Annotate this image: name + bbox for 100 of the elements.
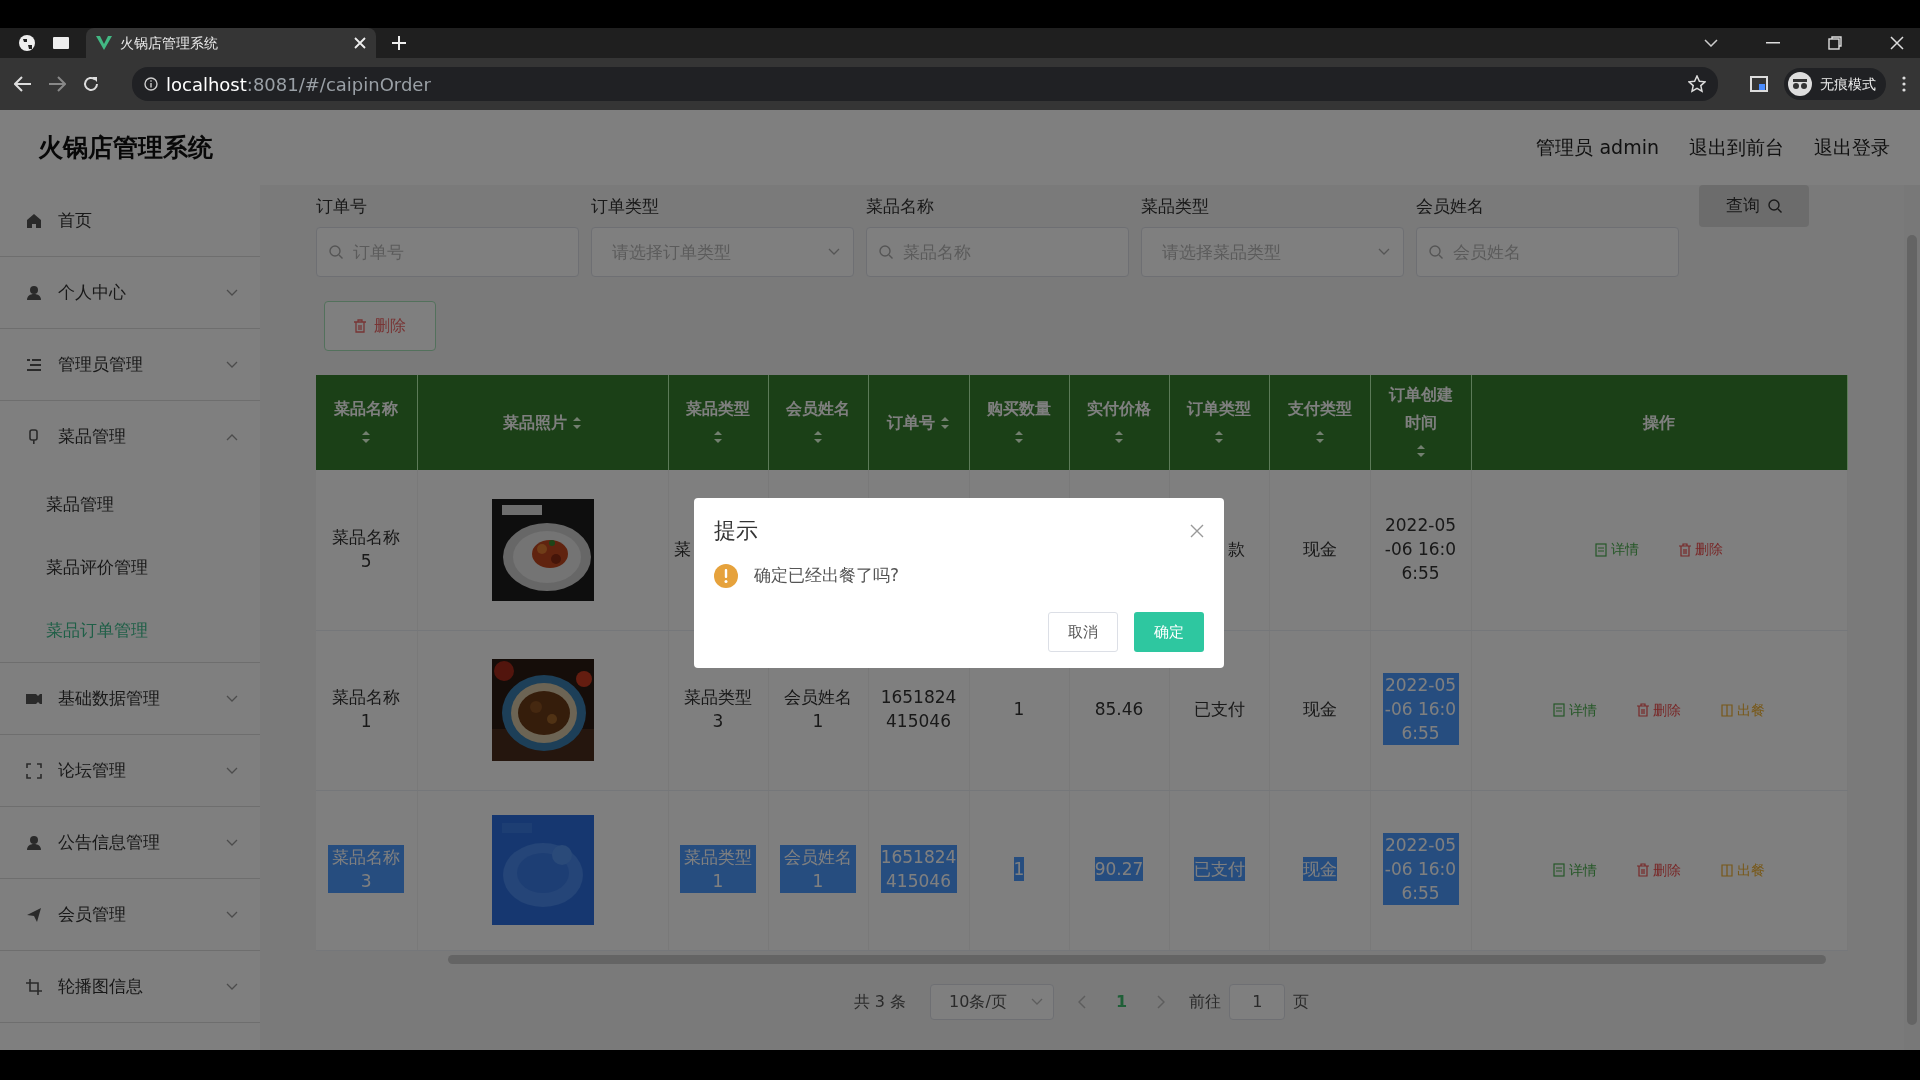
search-icon — [879, 245, 893, 259]
sort-icon[interactable] — [1314, 430, 1325, 445]
table-cell-text: 2022-05-06 16:06:55 — [1383, 514, 1458, 585]
book-icon — [1721, 703, 1733, 717]
search-icon — [1768, 199, 1782, 213]
home-icon — [26, 212, 42, 229]
sort-icon[interactable] — [713, 430, 723, 445]
search-icon — [1429, 245, 1443, 259]
sidebar-item[interactable]: 论坛管理 — [0, 735, 260, 807]
document-icon — [1553, 863, 1565, 877]
sidebar-item[interactable]: 首页 — [0, 185, 260, 257]
table-cell-text: 1651824415046 — [880, 686, 957, 734]
prev-page-icon[interactable] — [1078, 994, 1087, 1009]
frame-icon — [26, 762, 42, 779]
dialog-title: 提示 — [714, 517, 758, 545]
submenu-item[interactable]: 菜品评价管理 — [0, 536, 260, 599]
more-icon[interactable] — [1902, 76, 1906, 92]
sidebar-item[interactable]: 管理员管理 — [0, 329, 260, 401]
sidebar-item[interactable]: 轮播图信息 — [0, 951, 260, 1023]
table-cell-text: 菜 — [673, 538, 691, 561]
table-cell-text: 1 — [1013, 698, 1025, 722]
column-header: 订单类型 — [1187, 397, 1251, 420]
chevron-down-icon[interactable] — [1704, 39, 1718, 47]
submenu-item[interactable]: 菜品管理 — [0, 473, 260, 536]
table-cell-text: 85.46 — [1094, 698, 1144, 722]
star-icon[interactable] — [1688, 75, 1706, 93]
column-header: 实付价格 — [1087, 397, 1151, 420]
trash-icon — [1637, 863, 1649, 877]
table-cell-text: 菜品名称 5 — [331, 526, 402, 573]
table-cell: 菜品名称 3 — [328, 845, 405, 894]
minimize-icon[interactable] — [1766, 42, 1780, 44]
restore-icon[interactable] — [1828, 36, 1842, 50]
sort-icon[interactable] — [1415, 444, 1426, 458]
person-icon — [26, 284, 42, 301]
trash-icon — [354, 319, 366, 333]
tab-title: 火锅店管理系统 — [120, 33, 219, 53]
sort-icon[interactable] — [572, 415, 583, 430]
sort-icon[interactable] — [1214, 430, 1224, 445]
sort-icon[interactable] — [813, 430, 823, 445]
column-header: 菜品类型 — [686, 397, 750, 420]
table-cell: 现金 — [1302, 857, 1337, 882]
table-cell-text: 现金 — [1302, 538, 1337, 561]
column-header: 订单号 — [886, 411, 935, 434]
page-input[interactable]: 1 — [1229, 983, 1286, 1020]
chevron-down-icon — [828, 248, 840, 256]
delete-button[interactable]: 删除 — [1679, 539, 1723, 561]
app-title: 火锅店管理系统 — [37, 131, 214, 164]
field-label: 菜品名称 — [866, 195, 935, 218]
back-icon[interactable] — [14, 76, 32, 92]
forward-icon[interactable] — [48, 76, 66, 92]
book-icon — [1721, 863, 1733, 877]
table-cell: 1651824415046 — [880, 845, 957, 894]
document-icon — [1595, 542, 1607, 557]
column-header: 操作 — [1643, 411, 1675, 434]
table-cell: 2022-05-06 16:06:55 — [1382, 673, 1459, 746]
delete-button[interactable]: 删除 — [1637, 699, 1681, 721]
next-page-icon[interactable] — [1157, 994, 1166, 1009]
sidebar-item[interactable]: 基础数据管理 — [0, 663, 260, 735]
sort-icon[interactable] — [361, 430, 372, 445]
sort-icon[interactable] — [1114, 430, 1124, 445]
reload-icon[interactable] — [82, 75, 100, 93]
table-cell-text: 现金 — [1302, 698, 1337, 722]
browser-tab[interactable]: 火锅店管理系统 — [86, 28, 376, 58]
delete-button[interactable]: 删除 — [324, 301, 436, 351]
field-label: 菜品类型 — [1141, 195, 1210, 218]
sidebar-item[interactable]: 公告信息管理 — [0, 807, 260, 879]
header-link[interactable]: 退出登录 — [1814, 133, 1890, 162]
v-logo-icon — [96, 36, 112, 50]
header-link[interactable]: 退出到前台 — [1689, 133, 1784, 162]
sidebar-item[interactable]: 个人中心 — [0, 257, 260, 329]
sidebar-item[interactable]: 菜品管理 — [0, 401, 260, 473]
table-cell-text: 会员姓名 1 — [783, 686, 853, 734]
info-icon — [144, 77, 158, 91]
sidebar-icon[interactable] — [1750, 76, 1768, 92]
field-label: 会员姓名 — [1416, 195, 1485, 218]
table-cell: 菜品类型 1 — [680, 845, 756, 894]
tab-icon[interactable] — [52, 36, 70, 50]
table-cell-text: 菜品类型 3 — [683, 686, 753, 734]
query-button[interactable]: 查询 — [1699, 185, 1809, 227]
address-field[interactable]: localhost:8081/#/caipinOrder — [132, 67, 1718, 101]
column-header: 菜品名称 — [334, 397, 399, 420]
table-cell: 90.27 — [1094, 857, 1144, 882]
header-link[interactable]: 管理员 admin — [1536, 133, 1659, 162]
column-header: 支付类型 — [1287, 397, 1352, 420]
column-header: 订单创建时间 — [1388, 383, 1453, 434]
list-icon — [26, 356, 42, 373]
profile-button[interactable]: 无痕模式 — [1784, 68, 1886, 100]
sort-icon[interactable] — [940, 415, 951, 430]
column-header: 会员姓名 — [786, 397, 850, 420]
cancel-button[interactable]: 取消 — [1048, 612, 1118, 652]
send-icon — [26, 906, 42, 923]
delete-button[interactable]: 删除 — [1637, 859, 1681, 881]
crop-icon — [26, 978, 42, 995]
goto-label: 前往 — [1189, 990, 1222, 1013]
table-cell: 会员姓名 1 — [780, 845, 856, 894]
plus-icon[interactable] — [392, 36, 406, 50]
sidebar-item[interactable]: 会员管理 — [0, 879, 260, 951]
page-size-select[interactable]: 10条/页 — [930, 983, 1055, 1020]
column-header: 购买数量 — [987, 397, 1051, 420]
sort-icon[interactable] — [1014, 430, 1024, 445]
